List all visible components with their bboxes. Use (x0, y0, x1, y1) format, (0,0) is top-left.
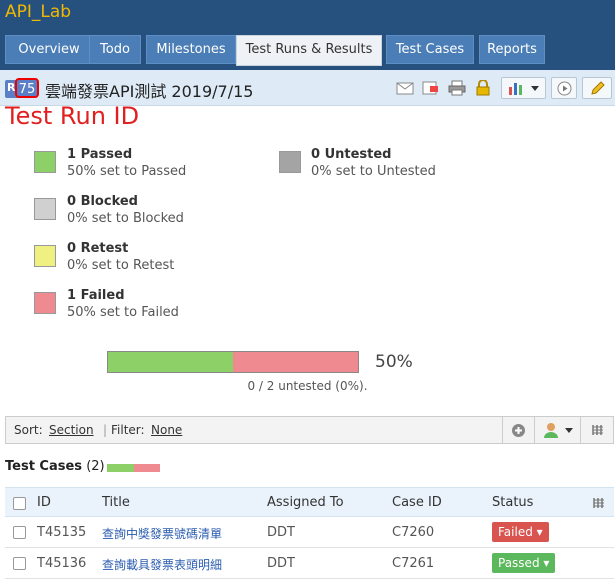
run-title: 雲端發票API測試 2019/7/15 (45, 82, 254, 101)
column-title[interactable]: Title (102, 495, 130, 510)
test-title-link[interactable]: 查詢載具發票表頭明細 (102, 556, 222, 573)
run-button[interactable] (551, 77, 577, 99)
table-row[interactable]: T45135 查詢中獎發票號碼清單 DDT C7260 Failed ▾ (5, 517, 614, 548)
test-cases-mini-bar (107, 464, 160, 472)
filter-none-link[interactable]: None (151, 423, 182, 437)
bar-chart-icon (509, 83, 522, 95)
tab-reports[interactable]: Reports (479, 35, 545, 64)
tab-test-runs-results[interactable]: Test Runs & Results (236, 35, 382, 66)
test-id: T45136 (37, 556, 87, 571)
row-checkbox[interactable] (13, 557, 26, 570)
columns-icon[interactable] (592, 424, 604, 436)
chevron-down-icon (531, 86, 539, 91)
test-id: T45135 (37, 525, 87, 540)
untested-count: 0 Untested (311, 147, 392, 162)
assigned-to: DDT (267, 556, 295, 571)
passed-count: 1 Passed (67, 147, 133, 162)
sort-filter-bar: Sort: Section | Filter: None (5, 416, 614, 444)
status-dropdown-failed[interactable]: Failed ▾ (492, 522, 549, 542)
assign-user-icon[interactable] (543, 421, 561, 439)
table-header: ID Title Assigned To Case ID Status (5, 487, 614, 517)
edit-button[interactable] (582, 77, 612, 99)
assigned-to: DDT (267, 525, 295, 540)
divider (534, 417, 535, 443)
sort-section-link[interactable]: Section (49, 423, 94, 437)
failed-desc: 50% set to Failed (67, 305, 179, 320)
column-status[interactable]: Status (492, 495, 533, 510)
sort-label: Sort: (14, 423, 43, 437)
lock-icon[interactable] (474, 80, 492, 96)
case-id: C7261 (392, 556, 435, 571)
progress-percent: 50% (375, 352, 413, 372)
add-circle-icon[interactable] (511, 423, 526, 438)
app-header: API_Lab Overview Todo Milestones Test Ru… (0, 0, 615, 70)
pencil-icon (591, 81, 605, 95)
retest-swatch (34, 245, 56, 267)
test-title-link[interactable]: 查詢中獎發票號碼清單 (102, 525, 222, 542)
run-id-badge: R 75 (5, 78, 39, 98)
tab-test-cases[interactable]: Test Cases (386, 35, 474, 64)
chart-dropdown-button[interactable] (501, 77, 546, 99)
passed-desc: 50% set to Passed (67, 164, 187, 179)
tab-overview[interactable]: Overview (5, 35, 93, 64)
blocked-desc: 0% set to Blocked (67, 211, 184, 226)
tab-milestones[interactable]: Milestones (146, 35, 236, 64)
run-id-number: 75 (15, 78, 39, 98)
row-checkbox[interactable] (13, 526, 26, 539)
column-id[interactable]: ID (37, 495, 51, 510)
untested-desc: 0% set to Untested (311, 164, 436, 179)
project-title[interactable]: API_Lab (5, 2, 71, 22)
play-circle-icon (557, 81, 572, 96)
blocked-count: 0 Blocked (67, 194, 138, 209)
untested-swatch (279, 151, 301, 173)
mini-bar-passed (107, 464, 134, 472)
test-cases-title: Test Cases (5, 459, 83, 474)
column-case-id[interactable]: Case ID (392, 495, 442, 510)
results-progress-bar (107, 351, 359, 373)
divider (502, 417, 503, 443)
blocked-swatch (34, 198, 56, 220)
divider (580, 417, 581, 443)
failed-count: 1 Failed (67, 288, 125, 303)
retest-count: 0 Retest (67, 241, 129, 256)
test-cases-heading: Test Cases (2) (5, 459, 105, 474)
failed-swatch (34, 292, 56, 314)
untested-summary: 0 / 2 untested (0%). (247, 379, 368, 393)
print-icon[interactable] (448, 80, 466, 96)
test-cases-count: (2) (86, 459, 105, 474)
passed-swatch (34, 151, 56, 173)
case-id: C7260 (392, 525, 435, 540)
chevron-down-icon[interactable] (565, 428, 573, 433)
table-row[interactable]: T45136 查詢載具發票表頭明細 DDT C7261 Passed ▾ (5, 548, 614, 579)
progress-passed-segment (108, 352, 233, 372)
retest-desc: 0% set to Retest (67, 258, 175, 273)
select-all-checkbox[interactable] (13, 497, 26, 510)
progress-failed-segment (233, 352, 358, 372)
filter-label: Filter: (111, 423, 145, 437)
column-assigned-to[interactable]: Assigned To (267, 495, 344, 510)
mini-bar-failed (133, 464, 160, 472)
tab-todo[interactable]: Todo (89, 35, 141, 64)
columns-icon[interactable] (593, 497, 605, 509)
status-dropdown-passed[interactable]: Passed ▾ (492, 553, 556, 573)
separator: | (103, 423, 108, 437)
test-run-id-annotation: Test Run ID (5, 102, 140, 130)
email-icon[interactable] (396, 80, 414, 96)
export-icon[interactable] (422, 80, 440, 96)
